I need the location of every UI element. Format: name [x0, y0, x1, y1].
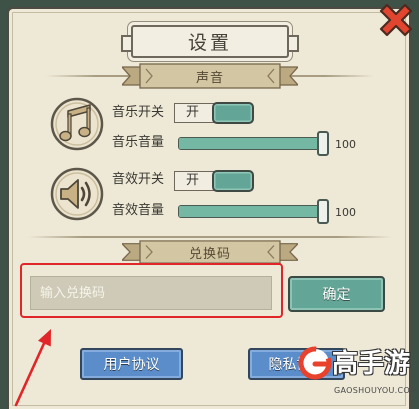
- confirm-button[interactable]: 确定: [288, 276, 385, 312]
- gaoshouyou-logo-icon: [298, 346, 332, 380]
- section-header-redeem: 兑换码: [122, 240, 298, 264]
- dialog-title: 设置: [187, 32, 232, 54]
- slider-thumb[interactable]: [317, 199, 329, 224]
- music-toggle[interactable]: 开: [174, 102, 254, 124]
- close-button[interactable]: [376, 0, 416, 40]
- user-agreement-button[interactable]: 用户协议: [80, 348, 183, 380]
- effects-toggle-label: 音效开关: [112, 172, 165, 187]
- effects-toggle-knob[interactable]: [212, 170, 254, 192]
- music-toggle-state: 开: [174, 103, 214, 123]
- pointer-arrow-icon: [14, 329, 51, 407]
- music-volume-slider[interactable]: [178, 131, 329, 156]
- effects-toggle-state: 开: [174, 171, 214, 191]
- music-volume-value: 100: [335, 138, 356, 151]
- section-header-label: 声音: [195, 70, 224, 86]
- dialog-title-plate: 设置: [121, 25, 299, 58]
- music-note-icon: [50, 97, 104, 151]
- divider: [28, 236, 392, 238]
- music-volume-label: 音乐音量: [112, 135, 165, 150]
- slider-fill: [179, 206, 323, 217]
- slider-fill: [179, 138, 323, 149]
- section-header-sound: 声音: [122, 63, 298, 89]
- music-toggle-label: 音乐开关: [112, 105, 165, 120]
- watermark-brand: 高手游: [332, 349, 411, 379]
- watermark-site: GAOSHOUYOU.COM: [334, 386, 418, 395]
- speaker-icon: [50, 167, 104, 221]
- confirm-button-label: 确定: [322, 287, 351, 303]
- music-toggle-knob[interactable]: [212, 102, 254, 124]
- redeem-code-input[interactable]: [30, 276, 272, 310]
- effects-toggle[interactable]: 开: [174, 170, 254, 192]
- effects-volume-value: 100: [335, 206, 356, 219]
- close-icon: [379, 3, 413, 37]
- effects-volume-label: 音效音量: [112, 203, 165, 218]
- section-header-label: 兑换码: [188, 246, 231, 262]
- user-agreement-label: 用户协议: [103, 357, 160, 373]
- effects-volume-slider[interactable]: [178, 199, 329, 224]
- slider-thumb[interactable]: [317, 131, 329, 156]
